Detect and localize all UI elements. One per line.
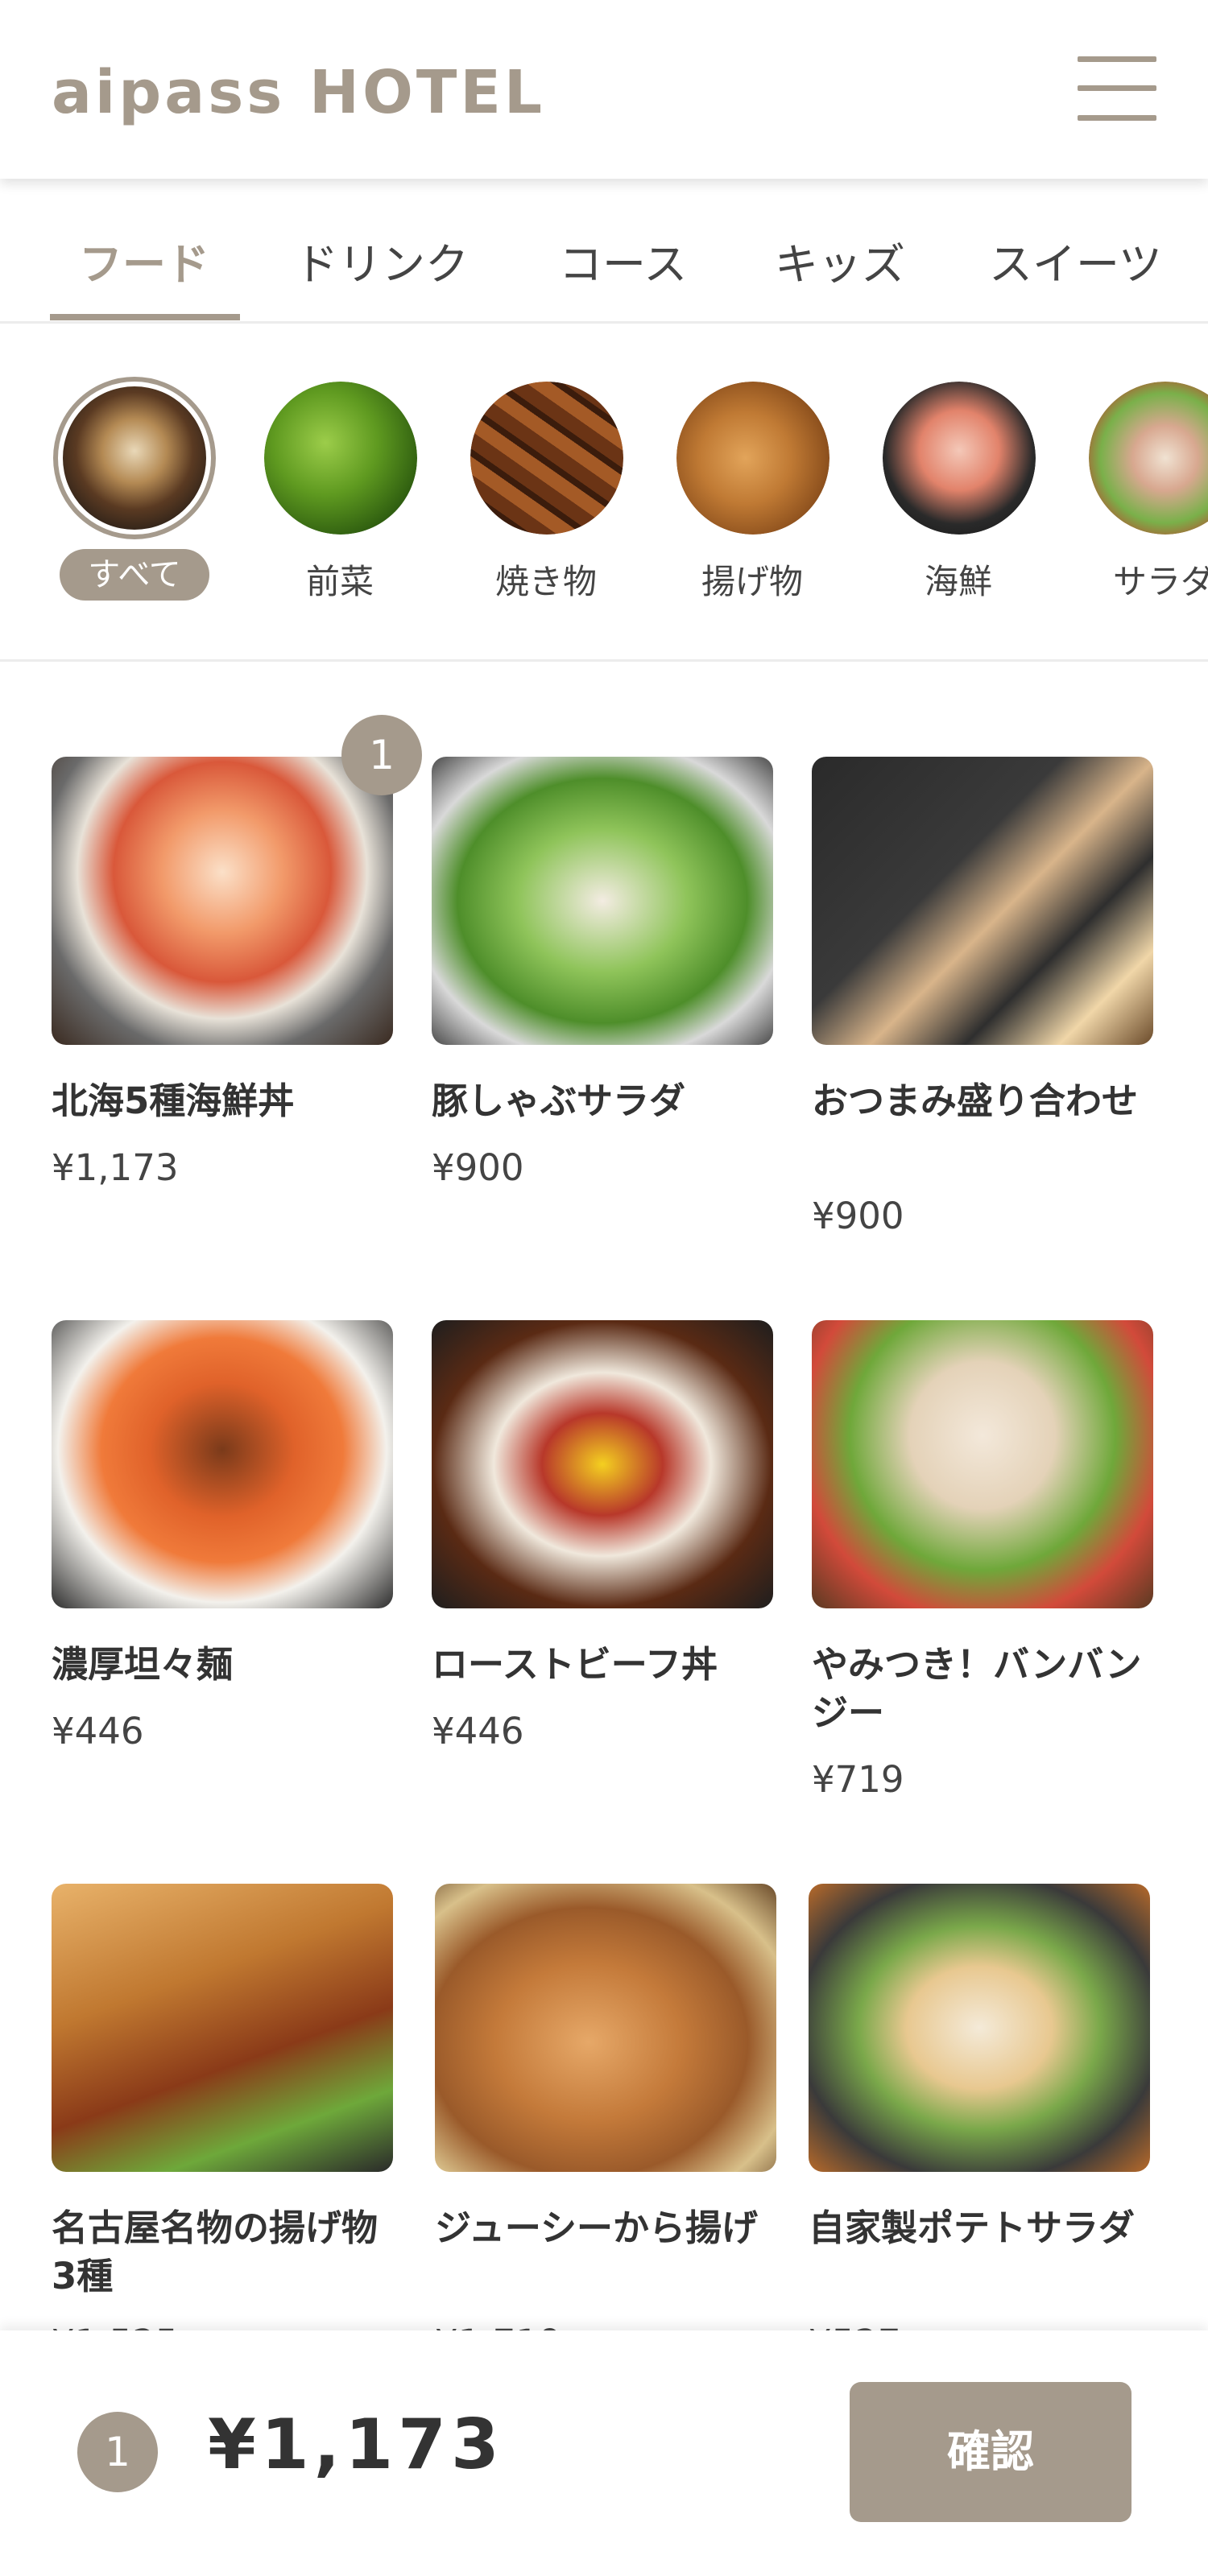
subcategory-image-grilled <box>470 382 623 535</box>
tab-sweets[interactable]: スイーツ <box>989 229 1162 292</box>
menu-item-photo <box>809 1884 1150 2172</box>
cart-total: ¥1,173 <box>208 2405 504 2485</box>
tab-food[interactable]: フード <box>79 229 209 292</box>
hamburger-menu-icon[interactable] <box>1078 56 1156 121</box>
quantity-badge: 1 <box>341 715 422 795</box>
menu-item-price: ¥900 <box>812 1195 904 1237</box>
subcategory-fried[interactable]: 揚げ物 <box>672 382 833 623</box>
menu-item-price: ¥900 <box>432 1146 524 1189</box>
cart-count-badge: 1 <box>77 2412 158 2492</box>
menu-item-name: ローストビーフ丼 <box>432 1643 718 1686</box>
confirm-button[interactable]: 確認 <box>850 2382 1131 2522</box>
category-tabs: フード ドリンク コース キッズ スイーツ <box>0 179 1208 324</box>
hotel-logo[interactable]: aipass HOTEL <box>52 58 545 127</box>
menu-item-name: 北海5種海鮮丼 <box>52 1080 295 1122</box>
subcategory-image-all <box>53 377 216 539</box>
subcategory-label: 前菜 <box>305 562 374 601</box>
subcategory-image-seafood <box>883 382 1036 535</box>
app-header: aipass HOTEL <box>0 0 1208 179</box>
tab-kids[interactable]: キッズ <box>775 229 905 292</box>
menu-item-price: ¥446 <box>52 1710 144 1752</box>
menu-item-price: ¥719 <box>812 1758 904 1801</box>
cart-bar: 1 ¥1,173 確認 <box>0 2330 1208 2576</box>
menu-item-photo <box>52 757 393 1045</box>
subcategory-row: すべて 前菜 焼き物 揚げ物 海鮮 サラダ <box>0 324 1208 662</box>
menu-item-price: ¥1,173 <box>52 1146 179 1189</box>
tab-drink[interactable]: ドリンク <box>295 229 469 292</box>
subcategory-all[interactable]: すべて <box>53 377 216 623</box>
subcategory-grilled[interactable]: 焼き物 <box>465 382 627 623</box>
subcategory-salad[interactable]: サラダ <box>1084 382 1208 623</box>
subcategory-label: サラダ <box>1113 562 1208 601</box>
tab-course[interactable]: コース <box>559 229 687 292</box>
subcategory-label: 揚げ物 <box>701 562 803 601</box>
menu-item-photo <box>432 1320 773 1608</box>
subcategory-appetizer[interactable]: 前菜 <box>259 382 420 623</box>
menu-item-price: ¥446 <box>432 1710 524 1752</box>
subcategory-image-salad <box>1089 382 1208 535</box>
menu-item-name: 名古屋名物の揚げ物3種 <box>52 2207 379 2297</box>
subcategory-label: 焼き物 <box>494 562 597 601</box>
menu-item-name: おつまみ盛り合わせ <box>812 1080 1139 1122</box>
menu-item-photo <box>52 1320 393 1608</box>
subcategory-label: すべて <box>60 549 209 601</box>
menu-item-name: 自家製ポテトサラダ <box>809 2207 1136 2249</box>
active-tab-indicator <box>50 314 240 320</box>
subcategory-image-appetizer <box>264 382 417 535</box>
menu-item-name: 濃厚坦々麺 <box>52 1643 234 1686</box>
subcategory-image-fried <box>676 382 829 535</box>
menu-item-name: 豚しゃぶサラダ <box>432 1080 686 1122</box>
menu-item-photo <box>435 1884 776 2172</box>
menu-item-photo <box>812 757 1153 1045</box>
menu-item-name: ジューシーから揚げ <box>435 2207 758 2249</box>
menu-item-photo <box>812 1320 1153 1608</box>
subcategory-label: 海鮮 <box>924 562 992 601</box>
subcategory-seafood[interactable]: 海鮮 <box>878 382 1039 623</box>
menu-item-photo <box>52 1884 393 2172</box>
menu-item-photo <box>432 757 773 1045</box>
menu-item-name: やみつき！バンバンジー <box>812 1643 1142 1734</box>
